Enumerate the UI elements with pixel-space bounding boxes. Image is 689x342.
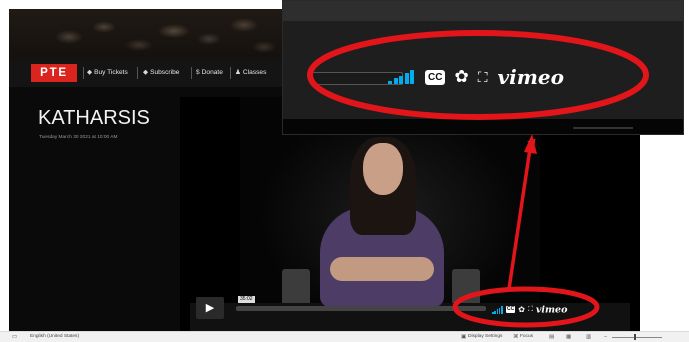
nav-classes-label: Classes <box>242 69 267 76</box>
web-layout-icon[interactable]: ▥ <box>586 334 591 340</box>
ticket-icon: ◆ <box>87 69 93 76</box>
nav-divider <box>137 67 138 79</box>
nav-divider <box>83 67 84 79</box>
settings-gear-icon-zoomed[interactable]: ✿ <box>454 67 468 87</box>
volume-bar <box>399 76 403 84</box>
focus-button[interactable]: Focus <box>520 334 533 339</box>
nav-divider <box>230 67 231 79</box>
fullscreen-icon[interactable]: ⛶ <box>528 306 533 313</box>
nav-subscribe-label: Subscribe <box>150 69 180 76</box>
time-indicator: 35:02 <box>238 296 255 303</box>
vimeo-logo-zoomed[interactable]: vimeo <box>498 65 564 89</box>
nav-subscribe[interactable]: ◆ Subscribe <box>143 59 179 87</box>
pte-logo[interactable]: PTE <box>31 64 77 82</box>
page-view-icon[interactable]: ▭ <box>12 334 17 340</box>
player-controls: CC ✿ ⛶ vimeo <box>492 301 632 317</box>
print-layout-icon[interactable]: ▦ <box>566 334 571 340</box>
zoom-slider-thumb[interactable] <box>634 334 636 340</box>
nav-buy-tickets[interactable]: ◆ Buy Tickets <box>87 59 128 87</box>
zoom-player-controls: CC ✿ ⛶ vimeo <box>388 65 564 93</box>
volume-bar <box>393 78 398 84</box>
nav-classes[interactable]: ♟ Classes <box>235 59 266 87</box>
video-progress-bar[interactable] <box>236 306 486 311</box>
zoom-top-band <box>283 1 683 21</box>
volume-bar <box>388 81 392 84</box>
zoom-out-icon[interactable]: – <box>604 334 607 340</box>
read-mode-icon[interactable]: ▤ <box>549 334 554 340</box>
app-status-bar: ▭ English (United States) ▣ Display Sett… <box>0 331 689 342</box>
volume-icon[interactable] <box>492 305 503 314</box>
nav-donate[interactable]: $ Donate <box>196 59 223 87</box>
display-settings-icon: ▣ <box>461 334 467 340</box>
dollar-icon: $ <box>196 69 200 76</box>
volume-icon-zoomed[interactable] <box>388 70 415 84</box>
display-settings-button[interactable]: Display Settings <box>468 334 502 339</box>
event-title: KATHARSIS <box>38 107 150 129</box>
settings-gear-icon[interactable]: ✿ <box>518 305 525 314</box>
nav-donate-label: Donate <box>201 69 223 76</box>
performer-arms <box>330 257 434 281</box>
subscribe-icon: ◆ <box>143 69 149 76</box>
cc-button[interactable]: CC <box>506 306 516 314</box>
fullscreen-icon-zoomed[interactable]: ⛶ <box>478 67 488 87</box>
focus-icon: ⌘ <box>513 334 519 340</box>
performer-face <box>363 143 403 195</box>
nav-divider <box>191 67 192 79</box>
cc-button-zoomed[interactable]: CC <box>425 69 446 85</box>
volume-bar <box>501 305 503 314</box>
event-date: Tuesday March 30 2021 at 10:00 AM <box>39 135 118 140</box>
person-icon: ♟ <box>235 69 241 76</box>
zoomed-controls-inset: CC ✿ ⛶ vimeo <box>282 0 684 135</box>
zoom-bottom-band <box>283 119 683 134</box>
play-icon: ▶ <box>205 302 215 314</box>
zoom-slider[interactable] <box>612 337 662 338</box>
nav-buy-tickets-label: Buy Tickets <box>94 69 128 76</box>
language-status[interactable]: English (United States) <box>30 334 79 339</box>
volume-bar <box>410 70 414 84</box>
vimeo-logo[interactable]: vimeo <box>536 304 568 315</box>
volume-bar <box>404 73 409 84</box>
play-button[interactable]: ▶ <box>196 297 224 319</box>
